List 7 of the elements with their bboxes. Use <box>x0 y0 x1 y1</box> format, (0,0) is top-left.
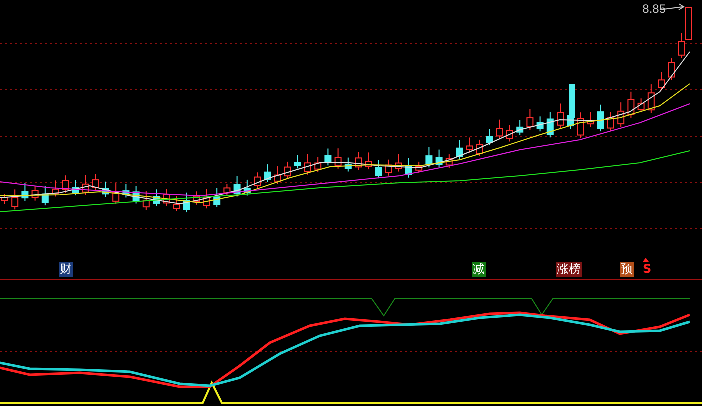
event-badge: 预 <box>620 262 634 277</box>
signal-letter: S <box>642 262 653 277</box>
event-badge: 财 <box>59 262 73 277</box>
event-badge: 减 <box>472 262 486 277</box>
event-badge: 涨榜 <box>556 262 582 277</box>
caret-icon <box>643 258 649 262</box>
price-label: 8.85 <box>642 2 666 16</box>
